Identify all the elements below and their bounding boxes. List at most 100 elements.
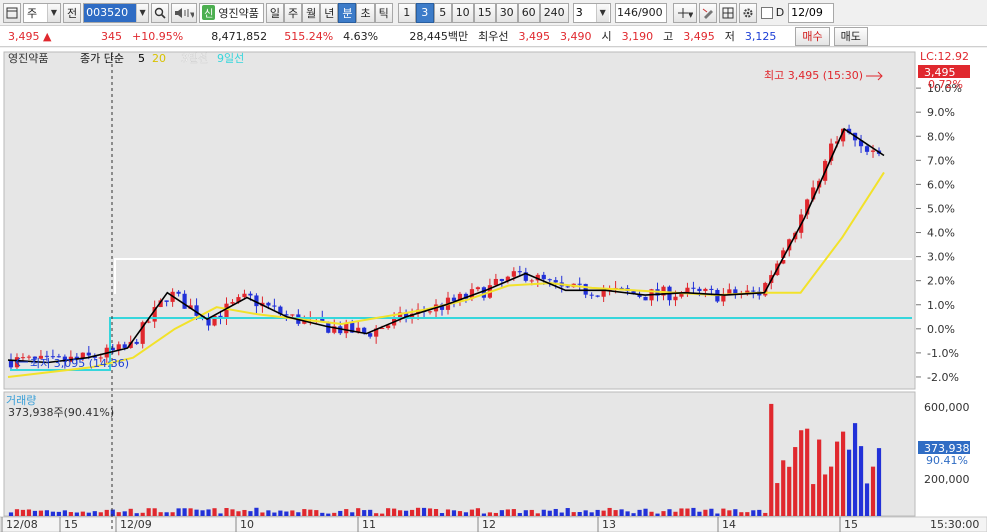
volume-bar [864,483,870,516]
volume-bar [224,508,229,516]
sell-button[interactable]: 매도 [833,26,868,46]
interval-10-button[interactable]: 10 [451,2,474,23]
chevron-down-icon[interactable]: ▼ [595,3,609,22]
settings-button[interactable] [738,2,757,23]
volume-bar [344,509,349,516]
prev-button[interactable]: 전 [63,2,82,23]
volume-bar [553,508,558,516]
volume-bar [308,509,313,516]
candlestick-chart[interactable]: 영진약품 종가 단순 5 20 3일선 9일선 최고 3,495 (15:30)… [0,48,987,532]
period-year-button[interactable]: 년 [320,2,339,23]
grid-button[interactable] [718,2,737,23]
volume-bar [757,509,762,516]
interval-1-button[interactable]: 1 [397,2,416,23]
period-minute-button[interactable]: 분 [338,2,357,23]
interval-15-button[interactable]: 15 [473,2,496,23]
candle-body [577,283,582,285]
volume-bar [272,512,277,516]
chevron-down-icon[interactable]: ▼ [136,3,149,22]
volume-bar [415,507,421,516]
interval-240-button[interactable]: 240 [539,2,569,23]
volume-bar [433,508,439,516]
volume-bar [858,446,864,516]
chevron-down-icon[interactable]: ▼ [47,3,60,22]
volume-bar [332,512,337,516]
interval-input[interactable] [573,3,596,22]
volume-bar [386,508,391,516]
volume-bar [206,509,211,516]
date-checkbox[interactable] [760,6,773,19]
best-bid: 3,490 [560,29,592,43]
volume-bar [571,512,576,516]
volume-bar [529,509,534,516]
volume-bar [535,513,540,516]
candle-body [595,295,600,297]
period-tick-button[interactable]: 틱 [374,2,393,23]
volume-bar [170,512,175,516]
candle-body [583,283,588,295]
candle-body [697,288,702,292]
volume-bar [248,511,253,516]
candle-count[interactable]: 146/900 [614,2,667,23]
interval-30-button[interactable]: 30 [495,2,518,23]
candle-body [643,296,648,301]
interval-60-button[interactable]: 60 [517,2,540,23]
date-input[interactable] [789,3,832,22]
volume-bar [817,439,822,516]
period-second-button[interactable]: 초 [356,2,375,23]
interval-select[interactable]: ▼ [572,2,611,23]
market-select[interactable]: 주 ▼ [23,2,61,23]
candle-body [517,271,522,273]
volume-pct-tag: 90.41% [926,454,968,467]
percent-tick-label: -1.0% [927,347,959,360]
date-checkbox-label: D [775,6,785,19]
high-annotation: 최고 3,495 (15:30) [764,69,863,82]
percent-tick-label: 9.0% [927,106,955,119]
volume-bar [14,509,20,516]
volume-bar [846,449,852,516]
draw-tool-button[interactable] [698,2,717,23]
volume-bar [631,513,636,516]
sound-button[interactable]: ▼ [171,2,198,23]
volume-bar [320,512,325,516]
volume-bar [188,508,193,516]
time-label: 15 [64,518,78,531]
crosshair-button[interactable]: ▼ [672,2,697,23]
time-label: 14 [722,518,736,531]
legend-stock-name: 영진약품 [8,51,48,65]
stock-code-field[interactable]: ▼ [83,2,150,23]
legend-ma-label: 종가 단순 [80,52,124,65]
percent-tick-label: 8.0% [927,130,955,143]
volume-bar [146,508,151,516]
chart-toolbar: 주 ▼ 전 ▼ ▼ 신 영진약품 일 주 월 년 분 초 틱 1 3 [0,0,987,26]
period-week-button[interactable]: 주 [283,2,303,23]
volume-bar [266,510,271,516]
interval-5-button[interactable]: 5 [433,2,452,23]
buy-button[interactable]: 매수 [795,26,830,46]
period-month-button[interactable]: 월 [302,2,321,23]
interval-3-button[interactable]: 3 [415,2,434,23]
chart-area[interactable]: 영진약품 종가 단순 5 20 3일선 9일선 최고 3,495 (15:30)… [0,48,987,532]
search-button[interactable] [151,2,170,23]
candle-body [242,293,247,298]
chart-type-icon[interactable] [3,2,21,23]
date-field[interactable] [788,2,835,23]
volume-bar [619,509,624,516]
volume-bar [20,509,26,516]
candle-body [541,274,546,280]
volume-bar [104,509,109,516]
volume-bar [260,512,265,516]
percent-tick-label: 6.0% [927,178,955,191]
candle-body [224,303,229,318]
end-time-label: 15:30:00 [930,518,979,531]
stock-name-box[interactable]: 신 영진약품 [199,2,264,23]
volume-bar [350,512,355,516]
volume-ratio: 515.24% [284,29,334,43]
candle-body [727,289,732,294]
period-day-button[interactable]: 일 [265,2,284,23]
stock-code-input[interactable] [84,3,137,22]
volume-bar [607,507,612,516]
volume-bar [74,512,79,516]
chart-window: 주 ▼ 전 ▼ ▼ 신 영진약품 일 주 월 년 분 초 틱 1 3 [0,0,987,532]
speaker-icon: ▼ [175,7,194,19]
